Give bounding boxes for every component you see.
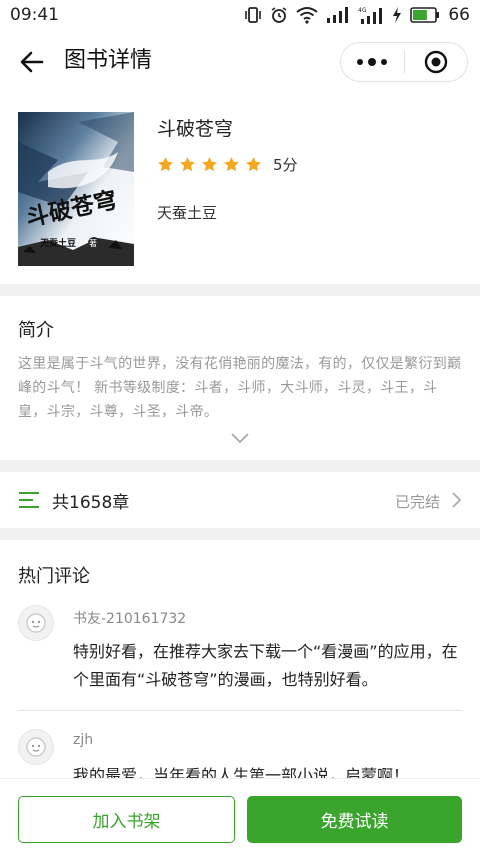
book-title: 斗破苍穹 (157, 118, 234, 140)
arrow-left-icon (20, 51, 44, 73)
completion-status: 已完结 (394, 493, 440, 511)
book-author[interactable]: 天蚕土豆 (157, 202, 217, 223)
avatar[interactable] (18, 729, 54, 765)
book-cover[interactable]: 斗破苍穹 天蚕土豆 著 (18, 112, 134, 266)
comments-heading: 热门评论 (18, 566, 90, 587)
book-info: 斗破苍穹 天蚕土豆 著 斗破苍穹 5分 天蚕土豆 (0, 92, 480, 284)
signal-4g-icon: 4G (358, 6, 384, 24)
chapter-list-row[interactable]: 共1658章 已完结 (0, 472, 480, 528)
bottom-action-bar: 加入书架 免费试读 (0, 778, 480, 853)
back-button[interactable] (18, 48, 46, 76)
star-icon (224, 157, 239, 172)
default-avatar-icon (26, 737, 46, 757)
status-time: 09:41 (10, 5, 59, 25)
star-icon (246, 157, 261, 172)
status-icons: 4G 66 (244, 5, 470, 25)
comment-divider (18, 710, 462, 711)
star-icon (202, 157, 217, 172)
rating-score: 5分 (273, 156, 298, 174)
network-label: 4G (358, 7, 367, 14)
more-dots-icon (357, 58, 388, 66)
intro-text: 这里是属于斗气的世界，没有花俏艳丽的魔法，有的，仅仅是繁衍到巅峰的斗气！ 新书等… (18, 356, 462, 420)
free-read-button[interactable]: 免费试读 (247, 796, 462, 843)
alarm-icon (270, 6, 288, 24)
expand-intro-button[interactable] (230, 430, 250, 444)
wifi-icon (296, 6, 318, 24)
book-cover-art: 斗破苍穹 天蚕土豆 著 (18, 112, 134, 266)
signal-icon (326, 7, 350, 23)
chevron-down-icon (231, 433, 249, 444)
default-avatar-icon (26, 613, 46, 633)
comment-user: zjh (73, 732, 94, 748)
more-button[interactable] (341, 43, 404, 81)
star-icon (158, 157, 173, 172)
comment-text: 特别好看，在推荐大家去下载一个“看漫画”的应用，在个里面有“斗破苍穹”的漫画，也… (73, 642, 458, 689)
chapter-count: 共1658章 (52, 493, 130, 513)
close-button[interactable] (404, 43, 467, 81)
charging-icon (392, 7, 402, 23)
page-title: 图书详情 (64, 48, 153, 73)
battery-level: 66 (448, 5, 470, 25)
status-bar: 09:41 4G 66 (0, 0, 480, 30)
add-to-shelf-button[interactable]: 加入书架 (18, 796, 235, 843)
vibrate-icon (244, 6, 262, 24)
cover-author: 天蚕土豆 (40, 237, 76, 249)
rating-stars: 5分 (157, 154, 298, 175)
star-list (157, 156, 262, 173)
intro-section: 简介 这里是属于斗气的世界，没有花俏艳丽的魔法，有的，仅仅是繁衍到巅峰的斗气！ … (0, 296, 480, 460)
avatar[interactable] (18, 605, 54, 641)
nav-bar: 图书详情 (0, 30, 480, 92)
target-close-icon (424, 50, 447, 74)
cover-author-seal: 著 (89, 238, 97, 248)
comment-user: 书友-210161732 (73, 611, 187, 627)
mini-program-capsule (340, 42, 468, 82)
chevron-right-icon (452, 492, 462, 508)
battery-icon (410, 7, 440, 23)
intro-heading: 简介 (18, 320, 54, 341)
star-icon (180, 157, 195, 172)
list-icon (19, 492, 39, 508)
